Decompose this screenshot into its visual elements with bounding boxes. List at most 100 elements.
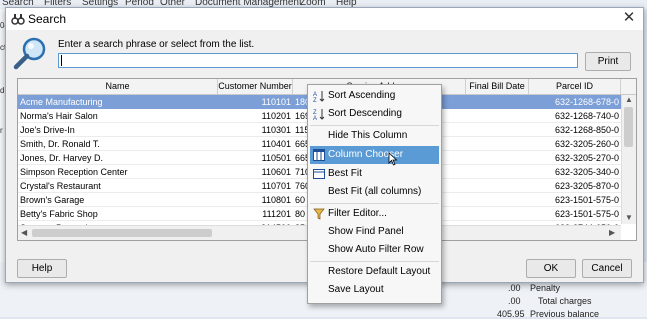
menu-item-label: Restore Default Layout	[328, 266, 431, 277]
column-header-final-bill-date[interactable]: Final Bill Date	[466, 79, 529, 94]
cell-final-bill-date	[466, 207, 529, 221]
menu-item-show-auto-filter-row[interactable]: Show Auto Filter Row	[310, 241, 439, 259]
scroll-up-icon[interactable]: ▲	[625, 95, 633, 104]
menu-item-label: Best Fit	[328, 168, 362, 179]
bg-amount: .00	[508, 283, 521, 293]
cell-customer-number: 110301	[218, 123, 293, 137]
cell-customer-number: 110701	[218, 179, 293, 193]
cell-parcel-id: 632-1268-678-0	[529, 95, 621, 109]
column-header-name[interactable]: Name	[18, 79, 218, 94]
cell-customer-number: 111201	[218, 207, 293, 221]
menu-item-label: Save Layout	[328, 284, 384, 295]
cell-parcel-id: 632-3205-260-0	[529, 137, 621, 151]
svg-text:A: A	[313, 116, 317, 120]
menu-item-label: Sort Ascending	[328, 90, 396, 101]
column-header-parcel-id[interactable]: Parcel ID	[529, 79, 621, 94]
sort-descending-icon: Z A	[313, 109, 325, 120]
cell-name: Crystal's Restaurant	[18, 179, 218, 193]
menu-item-label: Sort Descending	[328, 108, 402, 119]
menu-separator	[310, 125, 439, 126]
cell-name: Smith, Dr. Ronald T.	[18, 137, 218, 151]
cell-parcel-id: 632-3205-340-0	[529, 165, 621, 179]
menu-item-best-fit[interactable]: Best Fit	[310, 165, 439, 183]
cell-final-bill-date	[466, 193, 529, 207]
menu-item-label: Hide This Column	[328, 130, 408, 141]
horizontal-scroll-thumb[interactable]	[32, 229, 212, 237]
menu-item-label: Show Find Panel	[328, 226, 404, 237]
text-cursor	[61, 55, 62, 66]
menu-item-label: Best Fit (all columns)	[328, 186, 422, 197]
menu-item-label: Filter Editor...	[328, 208, 387, 219]
scroll-left-icon[interactable]: ◀	[21, 228, 27, 237]
sort-ascending-icon: A Z	[313, 91, 325, 102]
cell-customer-number: 110401	[218, 137, 293, 151]
cell-parcel-id: 632-1268-740-0	[529, 109, 621, 123]
vertical-scroll-thumb[interactable]	[624, 107, 633, 147]
help-button[interactable]: Help	[17, 259, 67, 278]
cell-name: Norma's Hair Salon	[18, 109, 218, 123]
svg-text:Z: Z	[313, 98, 317, 102]
best-fit-icon	[313, 169, 325, 179]
menu-item-sort-ascending[interactable]: A Z Sort Ascending	[310, 87, 439, 105]
column-header-customer-number[interactable]: Customer Number	[218, 79, 293, 94]
magnifier-icon	[13, 37, 46, 70]
cell-customer-number: 110201	[218, 109, 293, 123]
search-prompt: Enter a search phrase or select from the…	[58, 39, 255, 50]
bg-label: Previous balance	[530, 309, 600, 319]
bg-edge-text: r	[0, 126, 3, 135]
cell-parcel-id: 623-1501-575-0	[529, 193, 621, 207]
scroll-down-icon[interactable]: ▼	[625, 213, 633, 222]
menu-item-save-layout[interactable]: Save Layout	[310, 281, 439, 299]
menu-item-best-fit-all[interactable]: Best Fit (all columns)	[310, 183, 439, 201]
filter-icon	[313, 208, 325, 220]
scroll-right-icon[interactable]: ▶	[609, 228, 615, 237]
binoculars-icon	[11, 14, 25, 25]
menu-separator	[310, 261, 439, 262]
bg-label: Penalty	[530, 283, 561, 293]
menu-item-filter-editor[interactable]: Filter Editor...	[310, 205, 439, 223]
cell-final-bill-date	[466, 179, 529, 193]
cell-name: Acme Manufacturing	[18, 95, 218, 109]
search-input[interactable]	[58, 53, 578, 68]
dialog-title: Search	[28, 12, 67, 26]
column-context-menu: A Z Sort Ascending Z A Sort Descending H…	[307, 84, 442, 304]
menu-item-restore-default-layout[interactable]: Restore Default Layout	[310, 263, 439, 281]
cancel-button[interactable]: Cancel	[582, 259, 632, 278]
menu-item-show-find-panel[interactable]: Show Find Panel	[310, 223, 439, 241]
column-chooser-icon	[313, 149, 325, 161]
cell-name: Jones, Dr. Harvey D.	[18, 151, 218, 165]
bg-amount: .00	[508, 296, 521, 306]
cell-name: Joe's Drive-In	[18, 123, 218, 137]
cell-parcel-id: 632-1268-850-0	[529, 123, 621, 137]
cell-final-bill-date	[466, 109, 529, 123]
cell-final-bill-date	[466, 137, 529, 151]
bg-amount: 405.95	[497, 309, 525, 319]
cell-parcel-id: 623-1501-575-0	[529, 207, 621, 221]
cell-customer-number: 110601	[218, 165, 293, 179]
menu-item-label: Show Auto Filter Row	[328, 244, 424, 255]
vertical-scrollbar[interactable]: ▲ ▼	[621, 95, 636, 224]
ok-button[interactable]: OK	[526, 259, 576, 278]
cell-parcel-id: 632-3205-270-0	[529, 151, 621, 165]
bg-label: Total charges	[538, 296, 592, 306]
cell-final-bill-date	[466, 151, 529, 165]
cell-customer-number: 110101	[218, 95, 293, 109]
mouse-pointer-icon	[388, 152, 398, 166]
cell-customer-number: 110501	[218, 151, 293, 165]
menu-item-hide-column[interactable]: Hide This Column	[310, 127, 439, 145]
cell-name: Simpson Reception Center	[18, 165, 218, 179]
cell-final-bill-date	[466, 123, 529, 137]
cell-final-bill-date	[466, 95, 529, 109]
menu-item-column-chooser[interactable]: Column Chooser	[310, 146, 439, 166]
cell-parcel-id: 623-3205-870-0	[529, 179, 621, 193]
bg-edge-text: d	[0, 86, 5, 95]
cell-final-bill-date	[466, 165, 529, 179]
print-button[interactable]: Print	[585, 52, 631, 71]
menu-item-sort-descending[interactable]: Z A Sort Descending	[310, 105, 439, 123]
cell-name: Betty's Fabric Shop	[18, 207, 218, 221]
cell-customer-number: 110801	[218, 193, 293, 207]
dialog-titlebar[interactable]: Search ✕	[6, 8, 643, 30]
menu-separator	[310, 203, 439, 204]
cell-name: Brown's Garage	[18, 193, 218, 207]
close-icon[interactable]: ✕	[620, 9, 638, 27]
